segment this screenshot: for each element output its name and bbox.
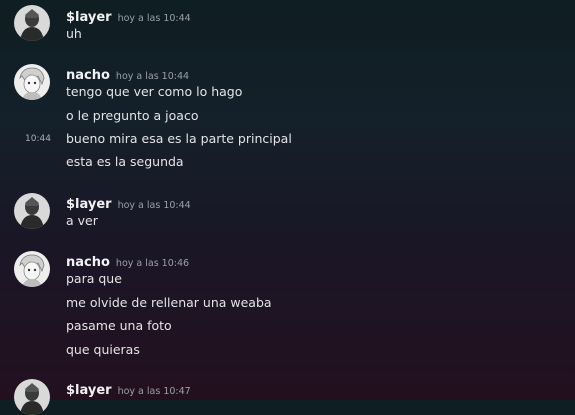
message-text: pasame una foto (66, 318, 172, 333)
nacho-avatar-icon[interactable] (14, 64, 50, 100)
message-text: o le pregunto a joaco (66, 108, 199, 123)
timestamp: hoy a las 10:44 (115, 71, 190, 82)
username[interactable]: $layer (66, 383, 112, 398)
message-text: a ver (66, 213, 98, 228)
timestamp: hoy a las 10:44 (117, 13, 191, 24)
layer-avatar-icon[interactable] (14, 379, 50, 415)
timestamp: hoy a las 10:46 (115, 258, 190, 269)
message-text: bueno mira esa es la parte principal (66, 131, 292, 146)
message-text: uh (66, 26, 82, 41)
nacho-avatar-icon[interactable] (14, 251, 50, 287)
message-text: me olvide de rellenar una weaba (66, 295, 272, 310)
username[interactable]: $layer (66, 10, 112, 25)
message-text: tengo que ver como lo hago (66, 84, 243, 99)
username[interactable]: nacho (66, 68, 110, 83)
username[interactable]: $layer (66, 197, 112, 212)
hover-timestamp: 10:44 (25, 134, 51, 144)
message-text: esta es la segunda (66, 154, 184, 169)
layer-avatar-icon[interactable] (14, 5, 50, 41)
message-header: $layer hoy a las 10:47 (66, 379, 191, 398)
message-header: nacho hoy a las 10:44 (66, 64, 190, 83)
message-header: $layer hoy a las 10:44 (66, 6, 191, 25)
chat-message-list[interactable]: $layer hoy a las 10:44 uh nacho hoy a las … (0, 0, 575, 415)
message-text: que quieras (66, 342, 140, 357)
timestamp: hoy a las 10:47 (117, 386, 191, 397)
timestamp: hoy a las 10:44 (117, 200, 191, 211)
message-text: para que (66, 271, 122, 286)
layer-avatar-icon[interactable] (14, 193, 50, 229)
message-header: nacho hoy a las 10:46 (66, 251, 190, 270)
message-header: $layer hoy a las 10:44 (66, 193, 191, 212)
username[interactable]: nacho (66, 255, 110, 270)
